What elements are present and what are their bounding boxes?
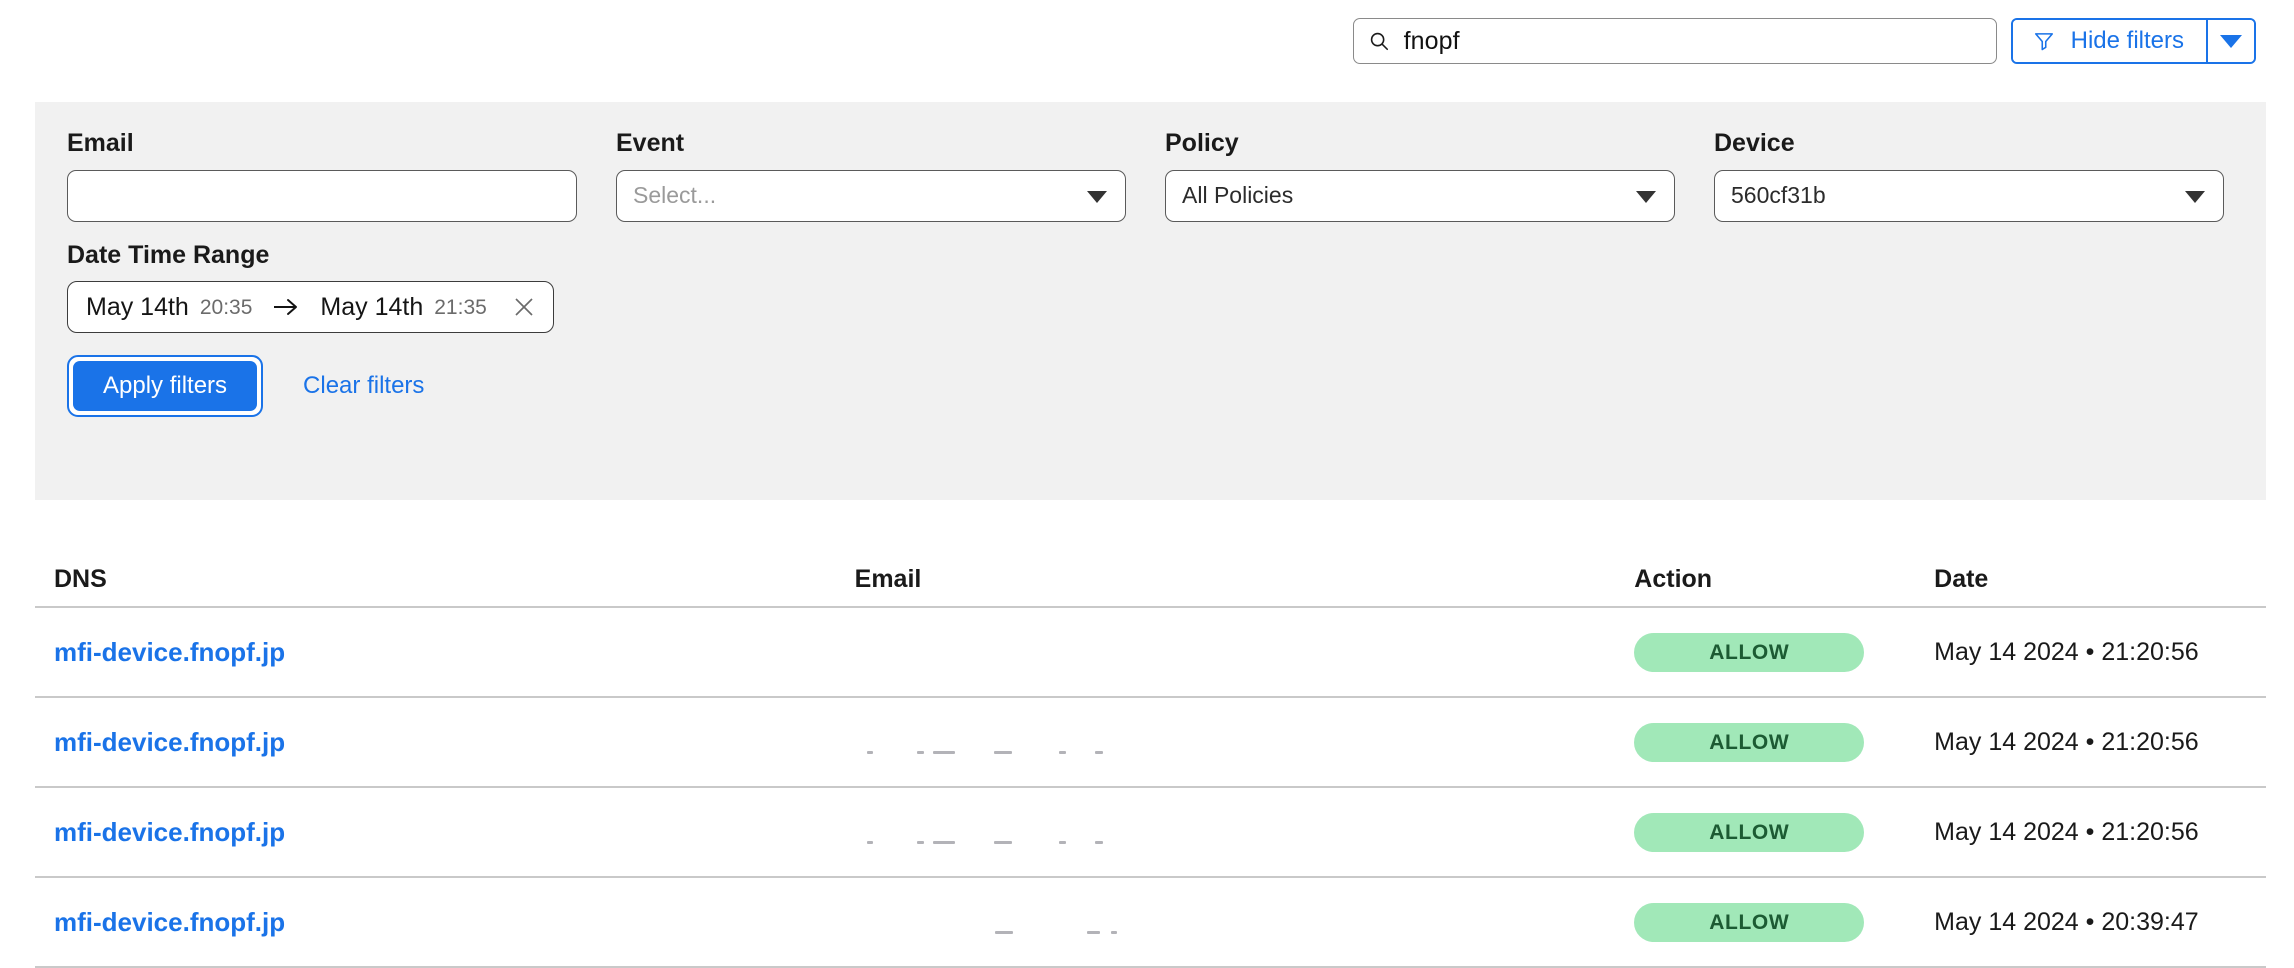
status-badge: ALLOW (1634, 722, 1865, 762)
event-filter-label: Event (616, 129, 685, 157)
device-filter-label: Device (1714, 129, 1795, 157)
cell-date: May 14 2024 • 21:20:56 (1934, 817, 2199, 846)
cell-dns: mfi-device.fnopf.jp (35, 909, 855, 936)
chevron-down-icon (1636, 190, 1656, 203)
policy-filter-select[interactable]: All Policies (1165, 169, 1675, 222)
hide-filters-button[interactable]: Hide filters (2012, 20, 2206, 62)
device-filter-value: 560cf31b (1731, 182, 1826, 208)
apply-filters-button[interactable]: Apply filters (73, 361, 258, 412)
filter-fields-row: Email Event Select... Policy All Policie… (67, 129, 2234, 222)
search-input[interactable]: fnopf (1352, 18, 1997, 64)
date-range-picker[interactable]: May 14th 20:35 May 14th 21:35 (67, 281, 554, 333)
table-row: mfi-device.fnopf.jp ALLOW May 14 2024 • … (35, 878, 2266, 968)
policy-filter-label: Policy (1165, 129, 1239, 157)
cell-dns: mfi-device.fnopf.jp (35, 819, 855, 846)
table-row: mfi-device.fnopf.jp ALLOW May 14 2024 • … (35, 788, 2266, 878)
table-row: mfi-device.fnopf.jp ALLOW May 14 2024 • … (35, 608, 2266, 698)
status-badge: ALLOW (1634, 632, 1865, 672)
search-field-wrapper: fnopf (1352, 18, 1997, 64)
dns-link[interactable]: mfi-device.fnopf.jp (54, 637, 285, 667)
dns-events-table: DNS Email Action Date mfi-device.fnopf.j… (35, 552, 2266, 968)
filter-panel: Email Event Select... Policy All Policie… (35, 102, 2266, 500)
dns-link[interactable]: mfi-device.fnopf.jp (54, 727, 285, 757)
cell-action: ALLOW (1634, 812, 1934, 852)
filters-dropdown-toggle[interactable] (2206, 20, 2254, 62)
email-filter-label: Email (67, 129, 134, 157)
column-header-action: Action (1634, 564, 1713, 593)
device-filter-select[interactable]: 560cf31b (1714, 169, 2224, 222)
search-icon (1370, 32, 1388, 51)
cell-dns: mfi-device.fnopf.jp (35, 729, 855, 756)
status-badge: ALLOW (1634, 902, 1865, 942)
dns-link[interactable]: mfi-device.fnopf.jp (54, 817, 285, 847)
filter-field-device: Device 560cf31b (1714, 129, 2224, 222)
table-header-row: DNS Email Action Date (35, 552, 2266, 608)
filter-field-policy: Policy All Policies (1165, 129, 1675, 222)
column-header-dns: DNS (54, 564, 107, 593)
date-range-start-date[interactable]: May 14th (86, 294, 189, 320)
hide-filters-label: Hide filters (2070, 27, 2184, 54)
date-range-label: Date Time Range (67, 240, 270, 269)
email-filter-input[interactable] (67, 169, 577, 222)
chevron-down-icon (1087, 190, 1107, 203)
search-input-value: fnopf (1403, 26, 1460, 55)
chevron-down-icon (2220, 34, 2242, 48)
cell-date: May 14 2024 • 21:20:56 (1934, 637, 2199, 666)
table-row: mfi-device.fnopf.jp ALLOW May 14 2024 • … (35, 698, 2266, 788)
policy-filter-value: All Policies (1182, 182, 1294, 208)
filter-actions-row: Apply filters Clear filters (67, 355, 2234, 418)
filter-field-date-range: Date Time Range May 14th 20:35 May 14th … (67, 240, 2234, 333)
filters-button-group: Hide filters (2010, 18, 2256, 64)
filter-field-email: Email (67, 129, 577, 222)
cell-dns: mfi-device.fnopf.jp (35, 639, 855, 666)
date-range-end-date[interactable]: May 14th (320, 294, 423, 320)
cell-date: May 14 2024 • 21:20:56 (1934, 727, 2199, 756)
date-range-end-time[interactable]: 21:35 (434, 297, 487, 318)
cell-action: ALLOW (1634, 722, 1934, 762)
cell-action: ALLOW (1634, 632, 1934, 672)
arrow-right-icon (274, 299, 298, 315)
clear-filters-link[interactable]: Clear filters (303, 374, 424, 398)
column-header-email: Email (854, 564, 922, 593)
top-bar: fnopf Hide filters (0, 0, 2294, 90)
cell-action: ALLOW (1634, 902, 1934, 942)
filter-field-event: Event Select... (616, 129, 1126, 222)
date-range-start-time[interactable]: 20:35 (200, 297, 253, 318)
status-badge: ALLOW (1634, 812, 1865, 852)
event-filter-value: Select... (633, 182, 717, 208)
event-filter-select[interactable]: Select... (616, 169, 1126, 222)
column-header-date: Date (1934, 564, 1989, 593)
apply-filters-focus-ring: Apply filters (67, 355, 264, 418)
cell-date: May 14 2024 • 20:39:47 (1934, 907, 2199, 936)
dns-link[interactable]: mfi-device.fnopf.jp (54, 907, 285, 937)
funnel-icon (2034, 33, 2053, 51)
chevron-down-icon (2185, 190, 2205, 203)
close-icon[interactable] (513, 296, 535, 318)
